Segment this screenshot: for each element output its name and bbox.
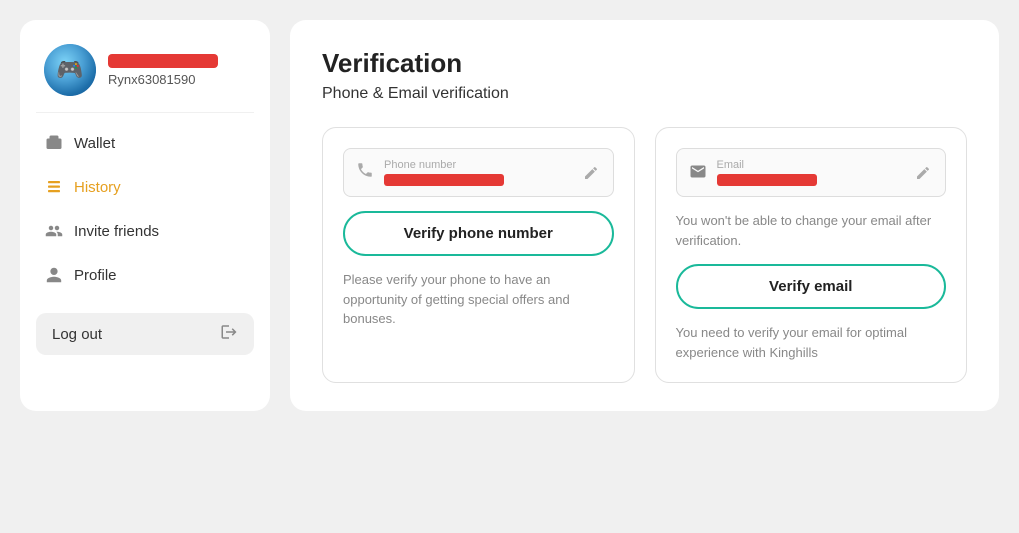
phone-field-row: Phone number — [343, 148, 614, 197]
verify-phone-button[interactable]: Verify phone number — [343, 211, 614, 256]
username-bar-redacted — [108, 54, 218, 68]
sidebar: 🎮 Rynx63081590 Wallet History Invite fri… — [20, 20, 270, 411]
phone-edit-button[interactable] — [581, 163, 601, 183]
email-field-row: Email — [676, 148, 947, 197]
main-content: Verification Phone & Email verification … — [290, 20, 999, 411]
email-icon — [689, 162, 707, 183]
email-value-redacted — [717, 174, 817, 186]
invite-icon — [44, 221, 64, 241]
avatar-image: 🎮 — [44, 44, 96, 96]
sidebar-item-profile-label: Profile — [74, 267, 117, 284]
avatar: 🎮 — [44, 44, 96, 96]
username-text: Rynx63081590 — [108, 72, 218, 87]
email-field-label: Email — [717, 159, 904, 171]
page-container: 🎮 Rynx63081590 Wallet History Invite fri… — [20, 20, 999, 411]
phone-icon — [356, 161, 374, 184]
wallet-icon — [44, 133, 64, 153]
sidebar-item-invite-label: Invite friends — [74, 223, 159, 240]
phone-value-redacted — [384, 174, 504, 186]
sidebar-profile: 🎮 Rynx63081590 — [36, 36, 254, 113]
phone-field-content: Phone number — [384, 159, 571, 186]
page-subtitle: Phone & Email verification — [322, 85, 967, 103]
email-verify-card: Email You won't be able to change your e… — [655, 127, 968, 383]
phone-field-label: Phone number — [384, 159, 571, 171]
logout-icon — [220, 323, 238, 345]
email-warning: You won't be able to change your email a… — [676, 211, 947, 250]
sidebar-item-profile[interactable]: Profile — [36, 253, 254, 297]
profile-info: Rynx63081590 — [108, 54, 218, 87]
verify-email-button[interactable]: Verify email — [676, 264, 947, 309]
email-field-content: Email — [717, 159, 904, 186]
verification-cards: Phone number Verify phone number Please … — [322, 127, 967, 383]
email-card-note: You need to verify your email for optima… — [676, 323, 947, 362]
phone-card-note: Please verify your phone to have an oppo… — [343, 270, 614, 329]
logout-label: Log out — [52, 326, 102, 343]
sidebar-item-invite[interactable]: Invite friends — [36, 209, 254, 253]
email-edit-button[interactable] — [913, 163, 933, 183]
profile-icon — [44, 265, 64, 285]
history-icon — [44, 177, 64, 197]
page-title: Verification — [322, 48, 967, 79]
sidebar-item-wallet[interactable]: Wallet — [36, 121, 254, 165]
sidebar-item-history[interactable]: History — [36, 165, 254, 209]
sidebar-item-wallet-label: Wallet — [74, 135, 115, 152]
phone-verify-card: Phone number Verify phone number Please … — [322, 127, 635, 383]
logout-button[interactable]: Log out — [36, 313, 254, 355]
sidebar-item-history-label: History — [74, 179, 121, 196]
